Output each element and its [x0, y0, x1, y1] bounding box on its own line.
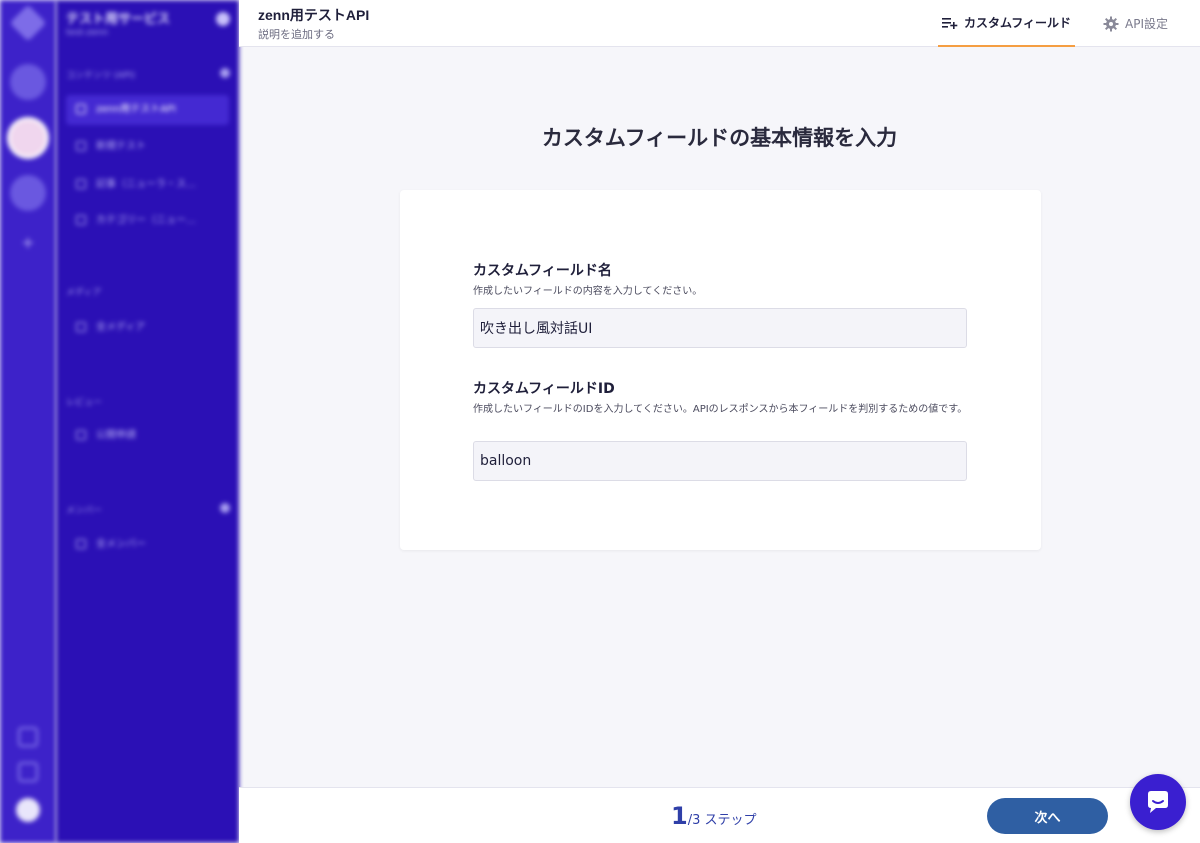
- sidebar: テスト用サービス test-zenn コンテンツ (API) zenn用テストA…: [56, 0, 239, 843]
- field-id-label: カスタムフィールドID: [473, 381, 615, 397]
- image-icon: [76, 322, 86, 332]
- settings-icon[interactable]: [18, 727, 38, 747]
- api-icon: [76, 141, 86, 151]
- form-card: カスタムフィールド名 作成したいフィールドの内容を入力してください。 カスタムフ…: [400, 190, 1041, 550]
- field-name-label: カスタムフィールド名: [473, 263, 612, 279]
- service-icon[interactable]: [10, 175, 46, 211]
- gear-icon[interactable]: [216, 12, 230, 26]
- header: zenn用テストAPI 説明を追加する カスタムフィールド API設定: [239, 0, 1200, 47]
- field-name-help: 作成したいフィールドの内容を入力してください。: [473, 286, 703, 297]
- tab-label: カスタムフィールド: [963, 16, 1072, 30]
- sidebar-item-api[interactable]: カテゴリー（ニュー…: [66, 206, 229, 236]
- sidebar-item-label: 新規テスト: [96, 141, 146, 152]
- api-icon: [76, 179, 86, 189]
- logo-icon: [9, 4, 47, 42]
- avatar[interactable]: [16, 798, 40, 822]
- sidebar-item-api[interactable]: 記事（ニューラ・ス…: [66, 170, 229, 200]
- field-id-input[interactable]: [473, 441, 967, 481]
- sidebar-item-label: zenn用テストAPI: [96, 104, 176, 115]
- sidebar-item-media[interactable]: 全メディア: [66, 313, 229, 343]
- help-icon[interactable]: [18, 762, 38, 782]
- api-description-link[interactable]: 説明を追加する: [258, 26, 335, 42]
- sidebar-item-label: 全メディア: [96, 322, 146, 333]
- sidebar-item-label: 全メンバー: [96, 539, 146, 550]
- review-icon: [76, 430, 86, 440]
- page-title: カスタムフィールドの基本情報を入力: [541, 126, 898, 150]
- service-icon-active[interactable]: [10, 120, 46, 156]
- service-id: test-zenn: [66, 28, 109, 38]
- sidebar-item-label: 記事（ニューラ・ス…: [96, 179, 196, 190]
- api-name: zenn用テストAPI: [258, 7, 370, 23]
- step-current: 1: [671, 802, 688, 830]
- sidebar-item-review[interactable]: 公開申請: [66, 421, 229, 451]
- section-media: メディア: [66, 288, 102, 298]
- add-member-icon[interactable]: [220, 503, 230, 513]
- sidebar-item-label: 公開申請: [96, 430, 136, 441]
- footer: 1/3 ステップ 次へ: [239, 787, 1200, 843]
- field-id-help: 作成したいフィールドのIDを入力してください。APIのレスポンスから本フィールド…: [473, 404, 968, 415]
- add-api-icon[interactable]: [220, 68, 230, 78]
- chat-bubble-icon: [1148, 791, 1168, 813]
- sidebar-item-label: カテゴリー（ニュー…: [96, 215, 196, 226]
- add-service-icon[interactable]: +: [21, 235, 35, 251]
- step-total: /3 ステップ: [687, 813, 757, 828]
- next-button[interactable]: 次へ: [987, 798, 1108, 834]
- sidebar-item-members[interactable]: 全メンバー: [66, 530, 229, 560]
- person-icon: [76, 539, 86, 549]
- chat-support-button[interactable]: [1130, 774, 1186, 830]
- service-icon[interactable]: [10, 64, 46, 100]
- sidebar-item-api[interactable]: 新規テスト: [66, 132, 229, 162]
- gear-icon: [1103, 16, 1119, 31]
- tab-api-settings[interactable]: API設定: [1103, 0, 1168, 47]
- sidebar-item-api[interactable]: zenn用テストAPI: [66, 95, 229, 125]
- api-icon: [76, 104, 86, 114]
- section-review: レビュー: [66, 398, 103, 408]
- section-members: メンバー: [66, 506, 103, 516]
- tab-label: API設定: [1125, 17, 1168, 31]
- tab-custom-fields[interactable]: カスタムフィールド: [938, 0, 1075, 47]
- service-name: テスト用サービス: [66, 12, 171, 27]
- playlist-add-icon: [941, 17, 958, 29]
- api-icon: [76, 215, 86, 225]
- step-indicator: 1/3 ステップ: [671, 802, 757, 830]
- field-name-input[interactable]: [473, 308, 967, 348]
- section-content-api: コンテンツ (API): [66, 71, 136, 81]
- service-rail: +: [0, 0, 56, 843]
